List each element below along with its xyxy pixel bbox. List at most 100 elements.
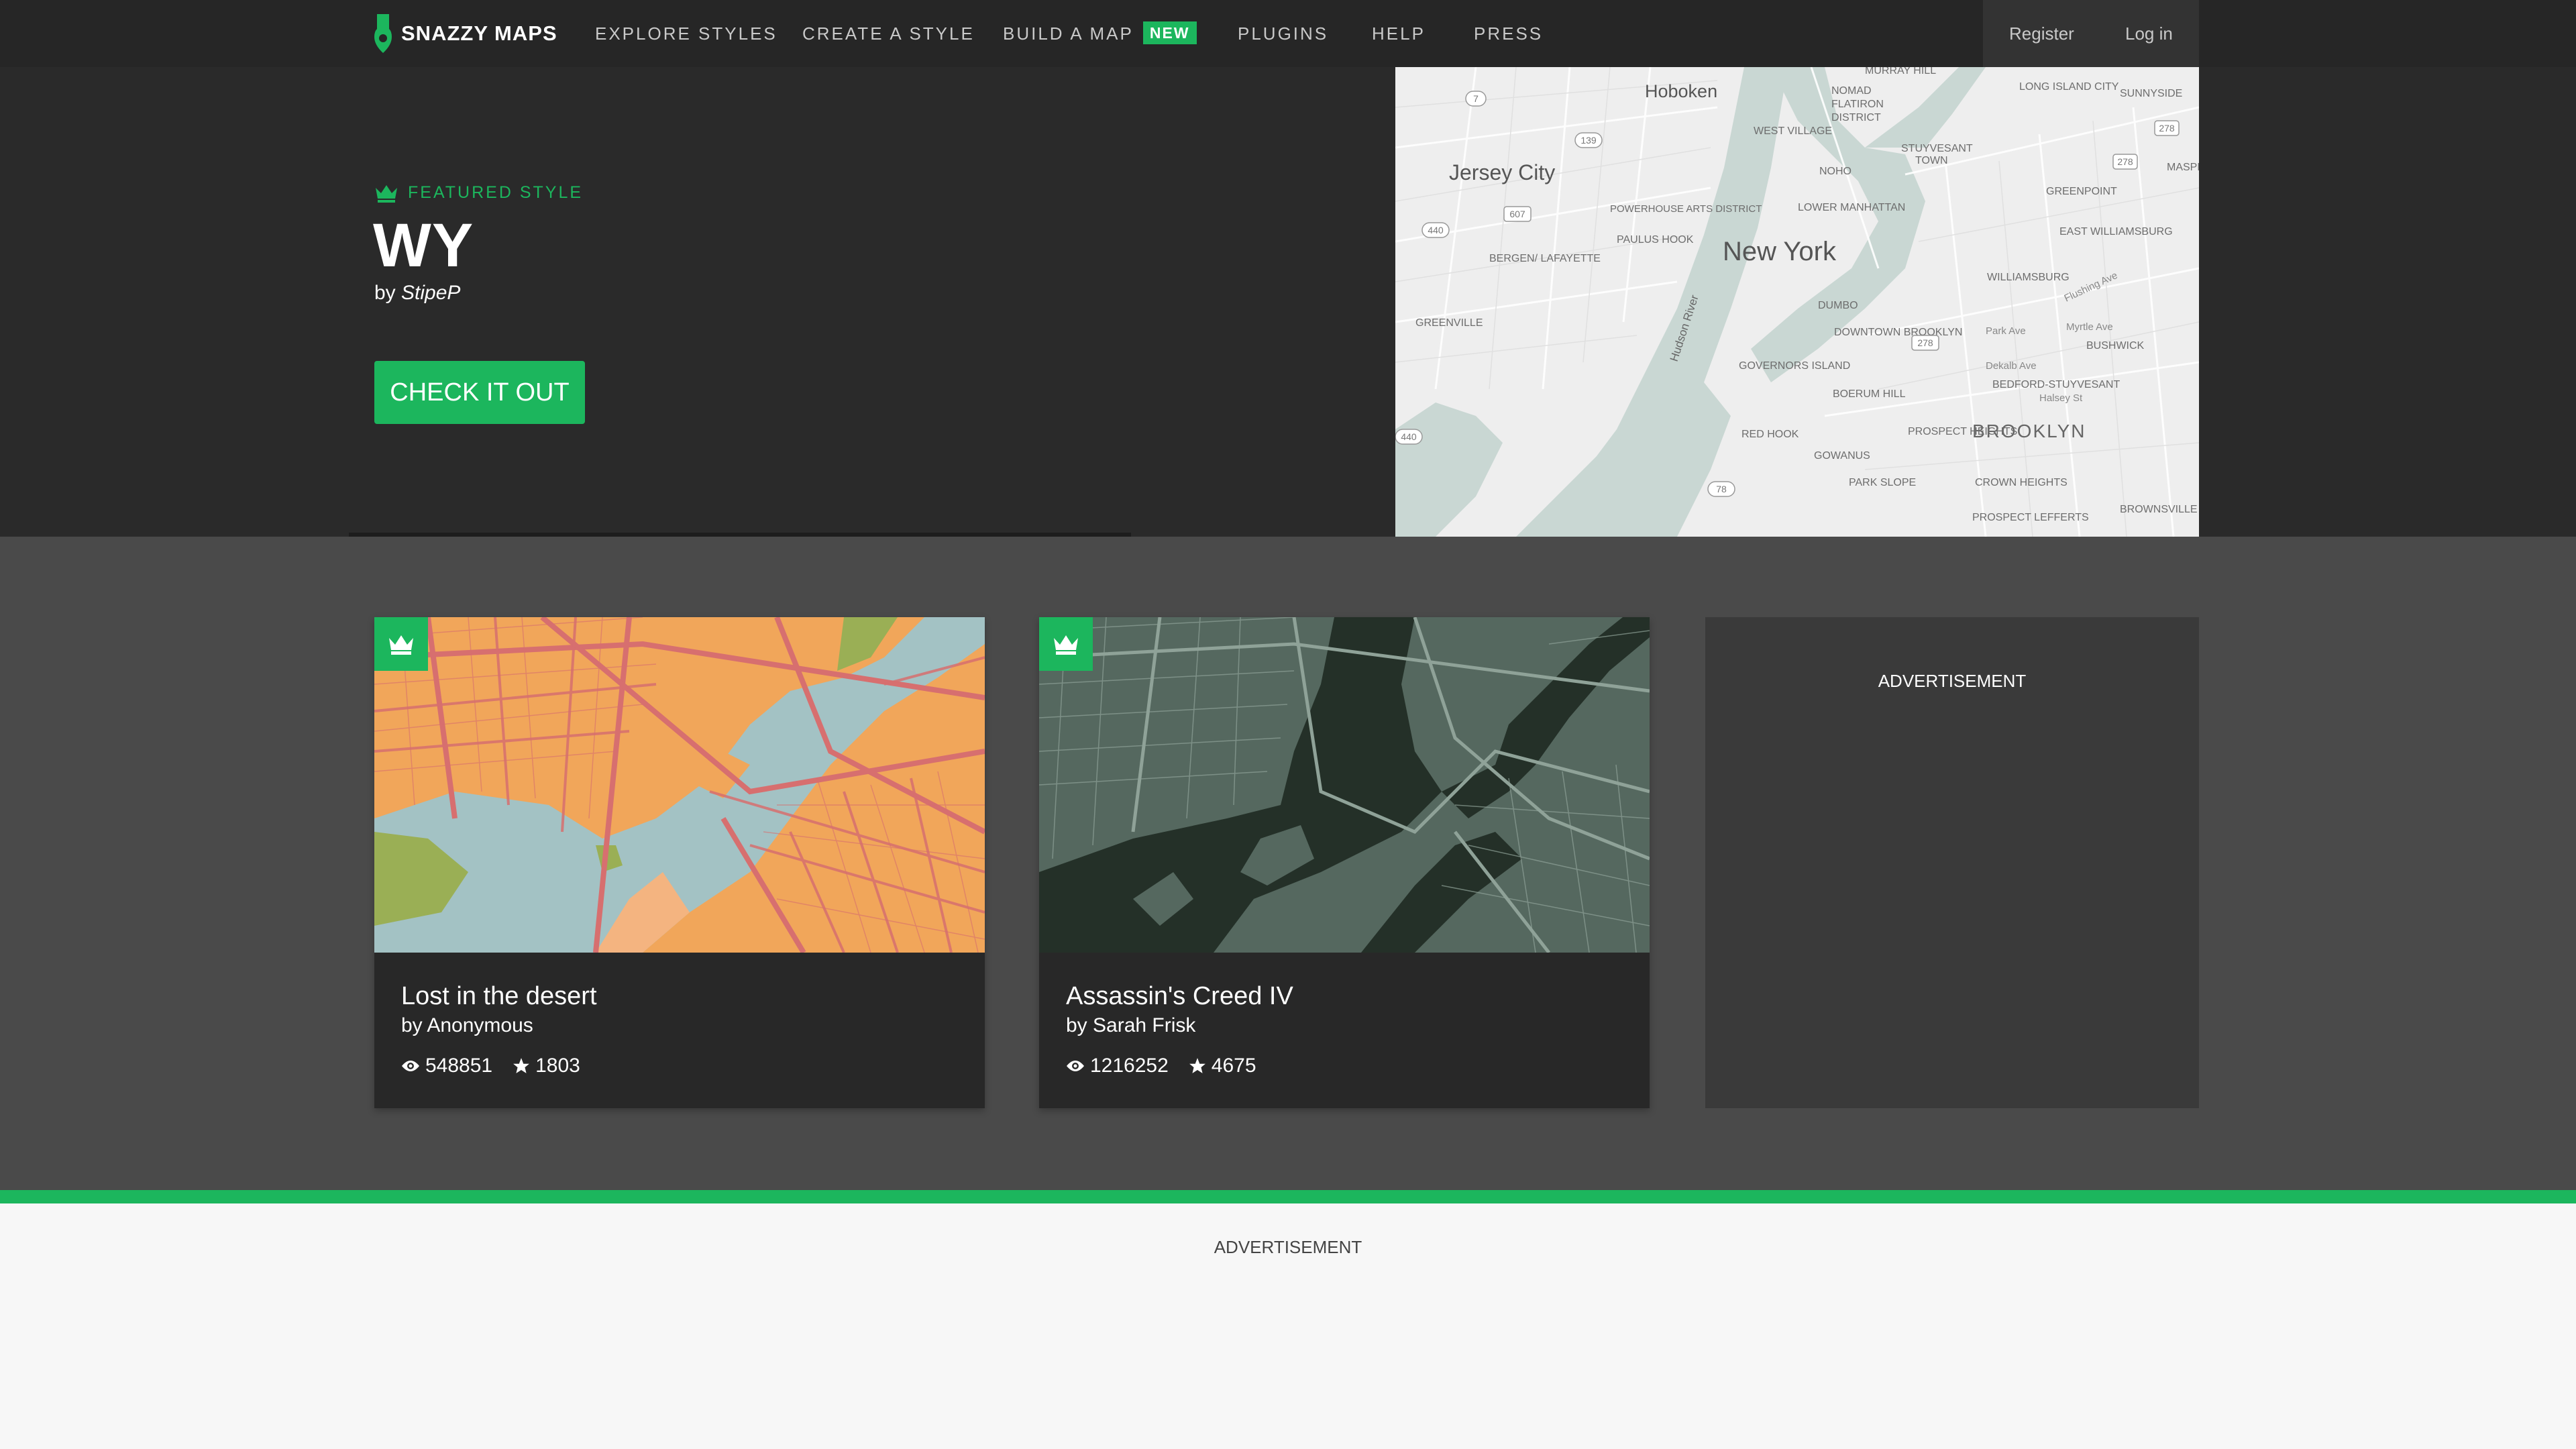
featured-style-text: FEATURED STYLE <box>408 182 584 202</box>
author-name[interactable]: StipeP <box>401 282 460 304</box>
login-link[interactable]: Log in <box>2125 0 2173 67</box>
map-label-boerum-hill: BOERUM HILL <box>1833 388 1906 400</box>
style-card-map-preview[interactable] <box>1039 617 1650 953</box>
advertisement-label: ADVERTISEMENT <box>1214 1237 1362 1257</box>
map-label-hoboken: Hoboken <box>1645 81 1717 101</box>
map-label-dekalb-ave: Dekalb Ave <box>1986 360 2037 372</box>
bottom-advertisement: ADVERTISEMENT <box>0 1203 2576 1449</box>
logo[interactable]: SNAZZY MAPS <box>374 13 557 54</box>
map-label-halsey-st: Halsey St <box>2039 392 2083 404</box>
map-label-flatiron: FLATIRON <box>1831 99 1884 110</box>
stars-count: 1803 <box>535 1055 580 1077</box>
nav-help[interactable]: HELP <box>1372 0 1426 67</box>
new-badge: NEW <box>1142 21 1197 45</box>
eye-icon <box>1067 1061 1084 1071</box>
map-label-sunnyside: SUNNYSIDE <box>2120 88 2182 99</box>
star-icon <box>513 1058 530 1073</box>
hero-divider <box>349 533 1131 537</box>
map-route-278-a: 278 <box>1917 337 1933 348</box>
map-label-lower-manhattan: LOWER MANHATTAN <box>1798 202 1905 213</box>
stars-stat: 1803 <box>513 1055 580 1077</box>
map-label-murray-hill: MURRAY HILL <box>1865 67 1936 76</box>
map-label-governors-island: GOVERNORS ISLAND <box>1739 360 1850 372</box>
nav-build-a-map-label: BUILD A MAP <box>1003 23 1134 44</box>
stars-stat: 4675 <box>1189 1055 1256 1077</box>
map-pin-icon <box>374 14 392 53</box>
eye-icon <box>402 1061 419 1071</box>
style-card[interactable]: Lost in the desert by Anonymous 548851 1… <box>374 617 985 1108</box>
map-label-powerhouse: POWERHOUSE ARTS DISTRICT <box>1610 203 1762 215</box>
style-card-author: by Anonymous <box>401 1014 533 1036</box>
nav-plugins[interactable]: PLUGINS <box>1238 0 1328 67</box>
accent-divider <box>0 1190 2576 1203</box>
map-label-west-village: WEST VILLAGE <box>1754 125 1832 137</box>
stars-count: 4675 <box>1211 1055 1256 1077</box>
featured-map-preview[interactable]: Hoboken Jersey City New York BROOKLYN NO… <box>1395 67 2199 537</box>
crown-icon <box>1054 635 1078 655</box>
map-route-607: 607 <box>1509 209 1525 219</box>
featured-style-author: by StipeP <box>374 282 460 305</box>
views-stat: 1216252 <box>1066 1055 1169 1077</box>
map-route-278-c: 278 <box>2117 156 2133 167</box>
views-stat: 548851 <box>401 1055 492 1077</box>
map-label-bergen: BERGEN/ LAFAYETTE <box>1489 253 1601 264</box>
map-label-maspeth: MASPETH <box>2167 162 2199 173</box>
style-card-stats: 548851 1803 <box>401 1055 600 1077</box>
views-count: 548851 <box>425 1055 493 1077</box>
map-thumbnail-desert <box>374 617 985 953</box>
map-route-440-a: 440 <box>1428 225 1444 235</box>
map-label-bedford: BEDFORD-STUYVESANT <box>1992 379 2120 390</box>
advertisement-label: ADVERTISEMENT <box>1878 671 2027 691</box>
check-it-out-button[interactable]: CHECK IT OUT <box>374 361 585 424</box>
map-label-dumbo: DUMBO <box>1818 300 1858 311</box>
nav-create-a-style[interactable]: CREATE A STYLE <box>802 0 975 67</box>
top-navigation: SNAZZY MAPS EXPLORE STYLES CREATE A STYL… <box>0 0 2576 67</box>
map-label-town: TOWN <box>1915 155 1948 166</box>
map-label-williamsburg: WILLIAMSBURG <box>1987 272 2070 283</box>
map-label-gowanus: GOWANUS <box>1814 450 1870 462</box>
map-label-stuyvesant: STUYVESANT <box>1901 143 1973 154</box>
featured-style-title: WY <box>373 211 474 280</box>
map-route-139: 139 <box>1580 135 1597 146</box>
style-card-title[interactable]: Lost in the desert <box>401 982 597 1011</box>
author-prefix: by <box>374 282 396 304</box>
logo-text: SNAZZY MAPS <box>401 21 557 45</box>
crown-icon <box>376 185 397 203</box>
map-label-prospect-lefferts: PROSPECT LEFFERTS <box>1972 512 2089 523</box>
advertisement-sidebar: ADVERTISEMENT <box>1705 617 2199 1108</box>
map-label-new-york: New York <box>1723 237 1837 266</box>
auth-area: Register Log in <box>1983 0 2199 67</box>
map-label-park-ave: Park Ave <box>1986 325 2026 337</box>
map-label-crown-heights: CROWN HEIGHTS <box>1975 477 2068 488</box>
style-card[interactable]: Assassin's Creed IV by Sarah Frisk 12162… <box>1039 617 1650 1108</box>
map-label-myrtle-ave: Myrtle Ave <box>2066 321 2113 333</box>
views-count: 1216252 <box>1090 1055 1169 1077</box>
map-label-bushwick: BUSHWICK <box>2086 340 2145 352</box>
style-card-map-preview[interactable] <box>374 617 985 953</box>
map-route-78: 78 <box>1716 484 1727 494</box>
map-label-east-williamsburg: EAST WILLIAMSBURG <box>2059 226 2173 237</box>
featured-label: FEATURED STYLE <box>374 182 583 203</box>
map-route-440-b: 440 <box>1401 431 1417 442</box>
map-label-greenpoint: GREENPOINT <box>2046 186 2117 197</box>
style-card-title[interactable]: Assassin's Creed IV <box>1066 982 1293 1011</box>
map-label-prospect-heights: PROSPECT HEIGHTS <box>1908 426 2017 437</box>
crown-icon <box>389 635 413 655</box>
nav-explore-styles[interactable]: EXPLORE STYLES <box>595 0 777 67</box>
register-link[interactable]: Register <box>2009 0 2074 67</box>
map-label-nomad: NOMAD <box>1831 85 1872 97</box>
nav-press[interactable]: PRESS <box>1474 0 1543 67</box>
map-route-278-b: 278 <box>2159 123 2175 133</box>
map-label-downtown-brooklyn: DOWNTOWN BROOKLYN <box>1834 327 1962 338</box>
map-label-noho: NOHO <box>1819 166 1851 177</box>
style-card-author: by Sarah Frisk <box>1066 1014 1196 1036</box>
map-label-park-slope: PARK SLOPE <box>1849 477 1916 488</box>
map-label-greenville: GREENVILLE <box>1415 317 1483 329</box>
map-thumbnail-assassins-creed <box>1039 617 1650 953</box>
featured-map-svg: Hoboken Jersey City New York BROOKLYN NO… <box>1395 67 2199 537</box>
map-route-7: 7 <box>1473 93 1479 104</box>
nav-build-a-map[interactable]: BUILD A MAP NEW <box>1003 0 1197 67</box>
map-label-paulus-hook: PAULUS HOOK <box>1617 234 1694 246</box>
featured-badge <box>1039 617 1093 671</box>
featured-badge <box>374 617 428 671</box>
